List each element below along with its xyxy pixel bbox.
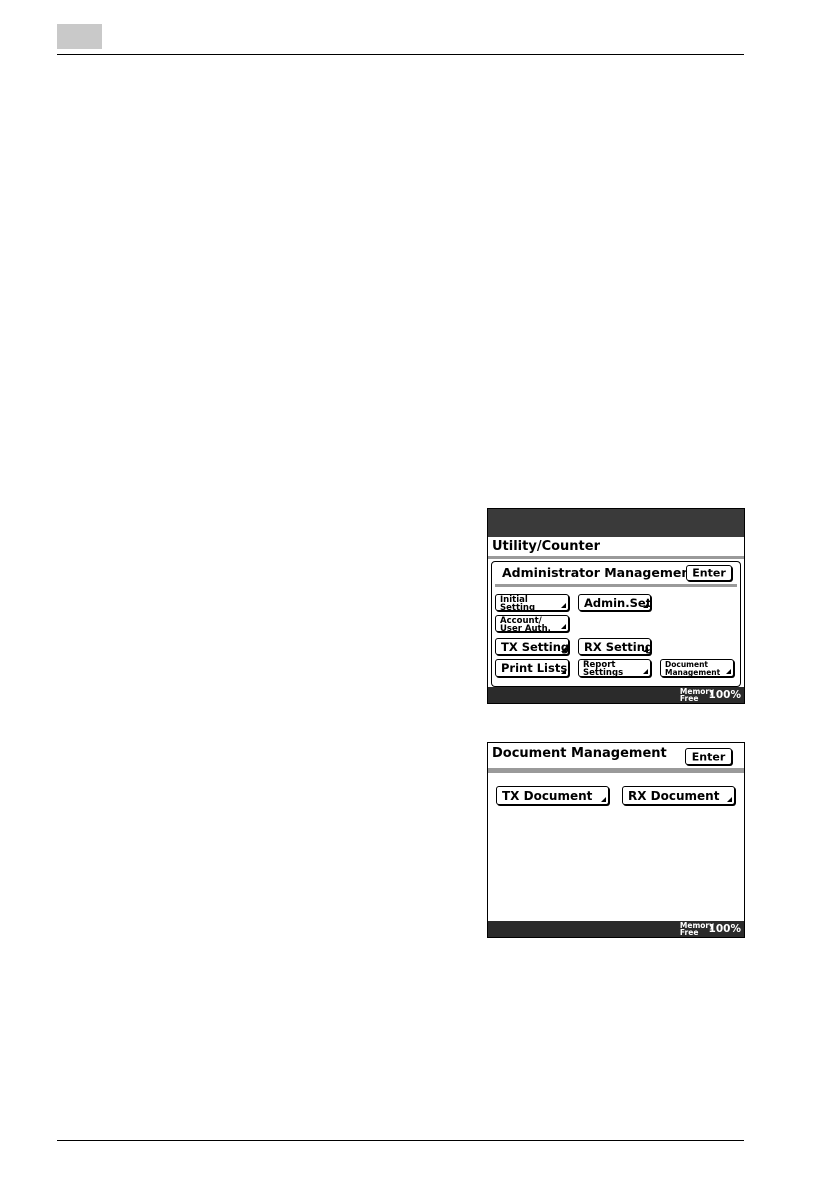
status-bar: Memory Free 100% (488, 921, 744, 937)
print-lists-label: Print Lists (501, 661, 568, 675)
corner-arrow-icon (561, 669, 566, 674)
screen-title: Utility/Counter (492, 539, 600, 554)
account-user-auth-button[interactable]: Account/ User Auth. (495, 615, 569, 632)
corner-arrow-icon (726, 669, 731, 674)
top-bar (488, 509, 744, 537)
tx-document-label: TX Document (502, 788, 593, 803)
tx-settings-button[interactable]: TX Settings (495, 638, 569, 655)
print-lists-button[interactable]: Print Lists (495, 659, 569, 677)
memory-free-value: 100% (708, 689, 741, 701)
corner-arrow-icon (727, 797, 732, 802)
admin-set-button[interactable]: Admin.Set (578, 594, 651, 611)
rx-document-button[interactable]: RX Document (622, 786, 735, 805)
corner-arrow-icon (643, 669, 648, 674)
corner-arrow-icon (643, 647, 648, 652)
report-settings-button[interactable]: Report Settings (578, 659, 651, 677)
enter-button-label: Enter (691, 750, 726, 763)
document-management-screen: Document Management Enter TX Document RX… (487, 742, 745, 938)
corner-arrow-icon (601, 797, 606, 802)
enter-button[interactable]: Enter (685, 748, 732, 765)
memory-free-value: 100% (708, 923, 741, 935)
enter-button-label: Enter (692, 566, 726, 580)
account-user-auth-label: Account/ User Auth. (500, 616, 551, 632)
rx-settings-button[interactable]: RX Settings (578, 638, 651, 655)
footer-rule (57, 1140, 744, 1141)
corner-arrow-icon (561, 647, 566, 652)
tx-document-button[interactable]: TX Document (496, 786, 609, 805)
subtitle-underline (495, 584, 737, 587)
document-management-label: Document Management (665, 660, 721, 677)
corner-arrow-icon (643, 603, 648, 608)
utility-counter-screen: Utility/Counter Administrator Management… (487, 508, 745, 704)
title-underline (488, 768, 744, 773)
initial-setting-button[interactable]: Initial Setting (495, 594, 569, 611)
title-underline (488, 556, 744, 559)
panel-subtitle: Administrator Management 1 (502, 565, 710, 580)
initial-setting-label: Initial Setting (500, 595, 536, 611)
tx-settings-label: TX Settings (501, 639, 569, 654)
rx-settings-label: RX Settings (584, 639, 650, 654)
admin-management-panel: Administrator Management 1 Enter Initial… (491, 561, 741, 687)
status-bar: Memory Free 100% (488, 687, 744, 703)
header-rule (57, 54, 744, 55)
report-settings-label: Report Settings (583, 660, 624, 677)
document-management-button[interactable]: Document Management (660, 659, 734, 677)
corner-arrow-icon (561, 624, 566, 629)
chapter-tab (57, 24, 102, 49)
enter-button[interactable]: Enter (686, 565, 732, 581)
admin-set-label: Admin.Set (584, 595, 651, 610)
rx-document-label: RX Document (628, 788, 720, 803)
corner-arrow-icon (561, 603, 566, 608)
screen-title: Document Management (492, 746, 667, 761)
